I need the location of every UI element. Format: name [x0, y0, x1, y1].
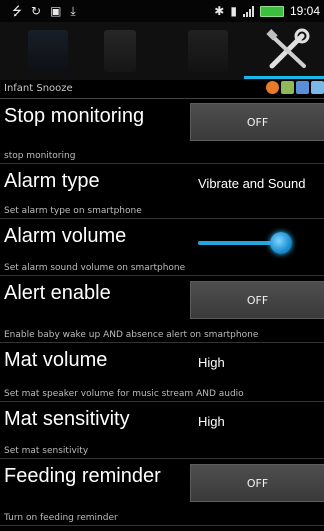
sync-icon: ↻ [31, 4, 42, 18]
info-mini-icon[interactable] [311, 81, 324, 94]
setting-title: Mat sensitivity [4, 408, 130, 430]
document-tab-icon[interactable] [104, 30, 136, 72]
setting-alert-enable[interactable]: Alert enable OFF Enable baby wake up AND… [0, 276, 324, 343]
status-bar: ⭍ ↻ ▣ ⤓ ✱ ▮ 19:04 [0, 0, 324, 22]
calendar-tab-icon[interactable] [188, 30, 228, 72]
stop-monitoring-toggle[interactable]: OFF [190, 103, 324, 141]
download-icon: ⤓ [70, 4, 76, 18]
feeding-reminder-toggle[interactable]: OFF [190, 464, 324, 502]
battery-icon [259, 5, 284, 17]
status-time: 19:04 [289, 4, 320, 18]
alarm-volume-slider-thumb[interactable] [269, 232, 292, 254]
setting-subtitle: Turn on feeding reminder [4, 513, 118, 523]
baby-icon[interactable] [266, 81, 279, 94]
status-bar-left: ⭍ ↻ ▣ ⤓ [12, 5, 76, 17]
setting-alarm-volume[interactable]: Alarm volume Set alarm sound volume on s… [0, 219, 324, 276]
setting-mat-sensitivity[interactable]: Mat sensitivity High Set mat sensitivity [0, 402, 324, 459]
selected-tab-indicator [244, 76, 324, 79]
setting-title: Alarm volume [4, 225, 127, 247]
app-header: Infant Snooze [0, 80, 324, 99]
app-name: Infant Snooze [4, 83, 73, 94]
setting-subtitle: Set mat speaker volume for music stream … [4, 389, 244, 399]
setting-title: Feeding reminder [4, 465, 161, 487]
alert-enable-toggle[interactable]: OFF [190, 281, 324, 319]
calendar-mini-icon[interactable] [281, 81, 294, 94]
setting-stop-monitoring[interactable]: Stop monitoring OFF stop monitoring [0, 99, 324, 164]
mat-sensitivity-value[interactable]: High [198, 414, 225, 429]
alarm-type-value[interactable]: Vibrate and Sound [198, 176, 305, 191]
usb-icon: ⭍ [12, 4, 22, 18]
setting-title: Alert enable [4, 282, 111, 304]
settings-tools-icon[interactable] [264, 28, 312, 72]
app-shortcut-icons [266, 81, 324, 94]
setting-alarm-type[interactable]: Alarm type Vibrate and Sound Set alarm t… [0, 164, 324, 219]
setting-subtitle: Set mat sensitivity [4, 446, 89, 456]
setting-feeding-reminder[interactable]: Feeding reminder OFF Turn on feeding rem… [0, 459, 324, 526]
setting-title: Stop monitoring [4, 105, 145, 127]
setting-subtitle: Enable baby wake up AND absence alert on… [4, 330, 259, 340]
image-icon: ▣ [50, 4, 62, 18]
tab-toolbar [0, 22, 324, 80]
bluetooth-icon: ✱ [214, 4, 225, 18]
music-tab-icon[interactable] [28, 30, 68, 72]
vibrate-icon: ▮ [230, 4, 237, 18]
signal-icon [242, 5, 254, 17]
mat-volume-value[interactable]: High [198, 355, 225, 370]
status-bar-right: ✱ ▮ 19:04 [214, 4, 320, 18]
setting-mat-volume[interactable]: Mat volume High Set mat speaker volume f… [0, 343, 324, 402]
setting-subtitle: Set alarm sound volume on smartphone [4, 263, 186, 273]
setting-subtitle: stop monitoring [4, 151, 76, 161]
setting-subtitle: Set alarm type on smartphone [4, 206, 142, 216]
setting-title: Mat volume [4, 349, 108, 371]
setting-title: Alarm type [4, 170, 100, 192]
chart-mini-icon[interactable] [296, 81, 309, 94]
